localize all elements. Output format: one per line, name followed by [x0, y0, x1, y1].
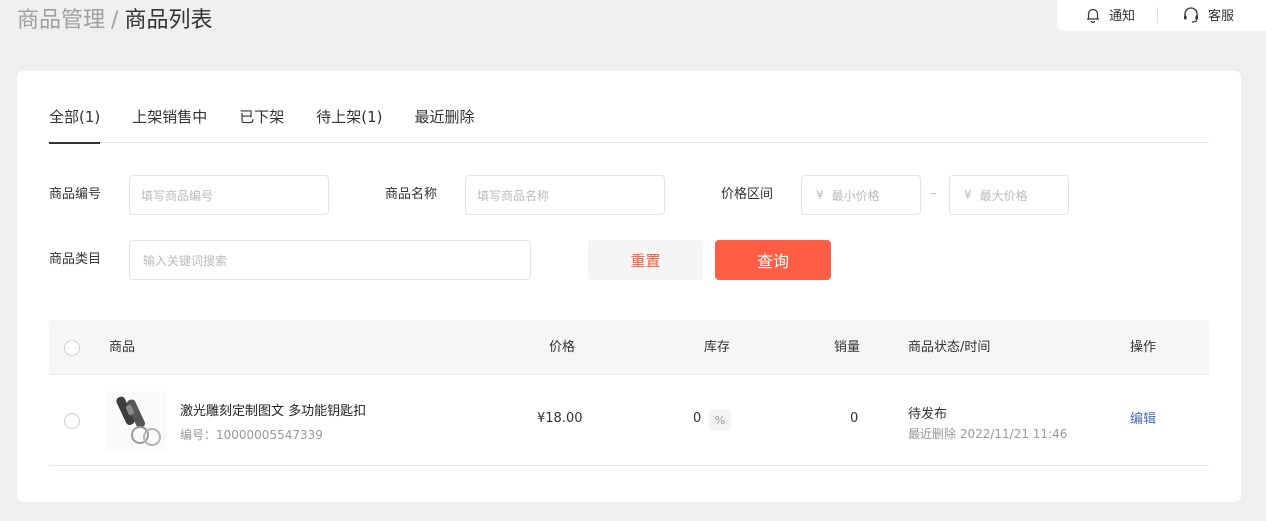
table-row: 激光雕刻定制图文 多功能钥匙扣 编号：10000005547339 ¥18.00… — [49, 375, 1209, 466]
edit-stock-icon[interactable]: % — [709, 409, 731, 431]
max-price-placeholder: 最大价格 — [979, 188, 1028, 203]
price-range-label: 价格区间 — [721, 187, 774, 202]
product-sku: 编号：10000005547339 — [180, 428, 323, 442]
edit-product-link[interactable]: 编辑 — [1130, 408, 1156, 427]
product-list-card: 全部(1) 上架销售中 已下架 待上架(1) 最近删除 商品编号 填写商品编号 … — [17, 71, 1241, 502]
min-price-input[interactable]: ¥ 最小价格 — [801, 175, 921, 215]
product-status: 待发布 — [908, 407, 948, 422]
max-price-input[interactable]: ¥ 最大价格 — [949, 175, 1069, 215]
currency-symbol: ¥ — [816, 188, 824, 202]
header-stock: 库存 — [704, 340, 731, 355]
tab-all[interactable]: 全部(1) — [49, 106, 101, 144]
product-name[interactable]: 激光雕刻定制图文 多功能钥匙扣 — [180, 400, 366, 419]
product-code-input[interactable]: 填写商品编号 — [129, 175, 329, 215]
page-title: 商品列表 — [124, 8, 213, 33]
tab-recently-deleted[interactable]: 最近删除 — [415, 106, 475, 143]
product-name-placeholder: 填写商品名称 — [477, 188, 550, 203]
product-code-label: 商品编号 — [49, 187, 102, 202]
status-tabs: 全部(1) 上架销售中 已下架 待上架(1) 最近删除 — [49, 106, 1209, 144]
product-table: 商品 价格 库存 销量 商品状态/时间 操作 激光雕刻定制图文 多功能钥匙扣 编… — [49, 320, 1209, 466]
header-status: 商品状态/时间 — [908, 340, 991, 355]
header-sales: 销量 — [834, 340, 861, 355]
customer-service-button[interactable]: 客服 — [1158, 6, 1235, 24]
product-code-placeholder: 填写商品编号 — [141, 188, 214, 203]
min-price-placeholder: 最小价格 — [831, 188, 880, 203]
currency-symbol: ¥ — [964, 188, 972, 202]
product-sales: 0 — [850, 411, 859, 426]
row-checkbox[interactable] — [64, 413, 80, 429]
header-action: 操作 — [1130, 340, 1157, 355]
bell-icon — [1087, 8, 1099, 23]
category-search-input[interactable]: 输入关键词搜索 — [129, 240, 531, 280]
product-status-time: 最近删除 2022/11/21 11:46 — [908, 427, 1068, 441]
select-all-checkbox[interactable] — [64, 340, 80, 356]
tab-on-sale[interactable]: 上架销售中 — [132, 106, 207, 143]
price-range-separator: – — [930, 186, 937, 201]
product-thumbnail[interactable] — [107, 391, 167, 451]
category-label: 商品类目 — [49, 252, 102, 267]
category-placeholder: 输入关键词搜索 — [143, 253, 228, 268]
header-price: 价格 — [549, 340, 576, 355]
product-name-label: 商品名称 — [385, 187, 438, 202]
breadcrumb: 商品管理 / 商品列表 — [17, 6, 212, 36]
breadcrumb-parent[interactable]: 商品管理 — [17, 8, 105, 33]
top-toolbar: 通知 客服 — [1057, 0, 1266, 31]
header-product: 商品 — [109, 340, 136, 355]
table-header: 商品 价格 库存 销量 商品状态/时间 操作 — [49, 320, 1209, 375]
notification-label: 通知 — [1109, 9, 1136, 24]
headset-icon — [1184, 6, 1199, 23]
customer-service-label: 客服 — [1208, 9, 1235, 24]
product-price: ¥18.00 — [537, 411, 583, 426]
product-stock: 0 — [693, 411, 702, 426]
tab-pending[interactable]: 待上架(1) — [316, 106, 382, 143]
notification-button[interactable]: 通知 — [1057, 6, 1159, 24]
reset-button[interactable]: 重置 — [588, 240, 703, 280]
tab-off-shelf[interactable]: 已下架 — [239, 106, 284, 143]
query-button[interactable]: 查询 — [715, 240, 831, 280]
product-name-input[interactable]: 填写商品名称 — [465, 175, 665, 215]
breadcrumb-separator: / — [111, 8, 119, 33]
